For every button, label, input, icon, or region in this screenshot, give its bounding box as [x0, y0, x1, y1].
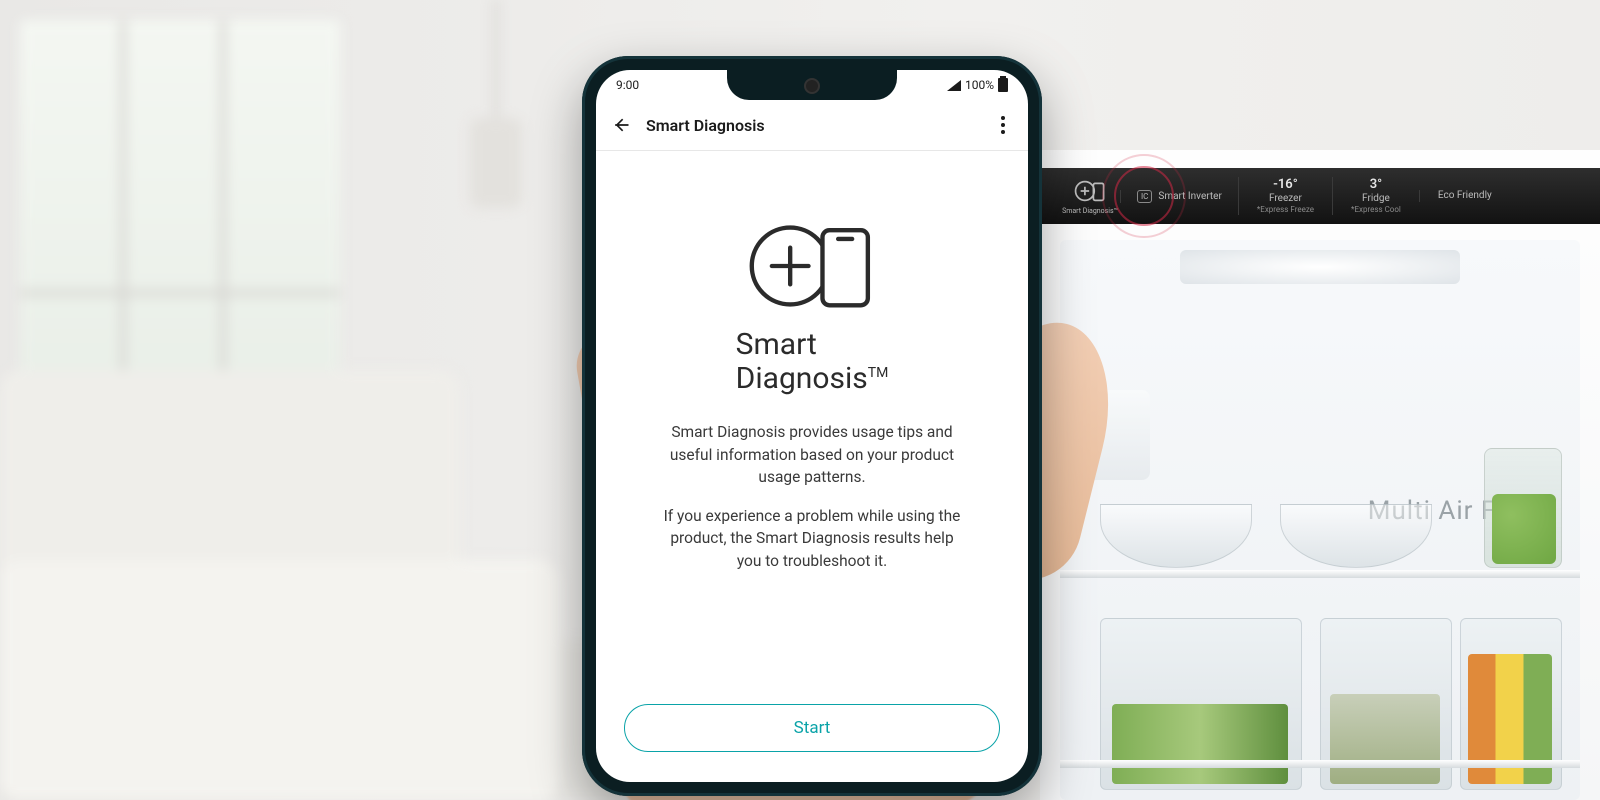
kebab-dot-icon — [1001, 123, 1005, 127]
status-time: 9:00 — [616, 78, 639, 92]
vegetables — [1330, 694, 1440, 784]
peas — [1492, 494, 1556, 564]
glass-shelf — [1060, 760, 1580, 768]
glass-bowl — [1280, 504, 1432, 568]
panel-fridge: 3° Fridge *Express Cool — [1332, 177, 1419, 214]
front-camera-icon — [804, 78, 820, 94]
arrow-left-icon — [611, 115, 631, 135]
freezer-label: Freezer — [1257, 193, 1314, 205]
panel-inverter: IC Smart Inverter — [1120, 190, 1238, 203]
panel-sd-label: Smart Diagnosis™ — [1060, 207, 1120, 215]
smart-diagnosis-logo — [742, 218, 882, 318]
fridge-led-light — [1180, 250, 1460, 284]
feature-title-line1: Smart — [736, 327, 817, 362]
start-button[interactable]: Start — [624, 704, 1000, 752]
freezer-sub: *Express Freeze — [1257, 205, 1314, 215]
refrigerator-control-panel: Smart Diagnosis™ IC Smart Inverter -16° … — [1040, 168, 1600, 224]
glass-shelf — [1060, 570, 1580, 578]
feature-paragraph-1: Smart Diagnosis provides usage tips and … — [662, 421, 962, 488]
screen-content: Smart DiagnosisTM Smart Diagnosis provid… — [596, 150, 1028, 782]
smartphone: 9:00 100% Smart Diagnosis — [582, 56, 1042, 796]
kebab-dot-icon — [1001, 116, 1005, 120]
fridge-sub: *Express Cool — [1351, 205, 1401, 215]
feature-title: Smart DiagnosisTM — [736, 328, 889, 395]
panel-eco: Eco Friendly — [1419, 190, 1510, 202]
fridge-label: Fridge — [1351, 193, 1401, 205]
freezer-temp: -16° — [1257, 177, 1314, 193]
panel-inverter-label: Smart Inverter — [1158, 191, 1221, 202]
feature-description: Smart Diagnosis provides usage tips and … — [662, 421, 962, 588]
smart-diagnosis-icon — [742, 218, 882, 314]
marketing-scene: Smart Diagnosis™ IC Smart Inverter -16° … — [0, 0, 1600, 800]
trademark: TM — [868, 365, 889, 381]
panel-freezer: -16° Freezer *Express Freeze — [1238, 177, 1332, 214]
battery-icon — [998, 78, 1008, 92]
back-button[interactable] — [610, 114, 632, 136]
fridge-temp: 3° — [1351, 177, 1401, 193]
inverter-badge-icon: IC — [1137, 190, 1152, 203]
feature-paragraph-2: If you experience a problem while using … — [662, 505, 962, 572]
feature-title-line2: Diagnosis — [736, 361, 868, 396]
app-bar: Smart Diagnosis — [596, 100, 1028, 151]
door-bin — [1060, 390, 1150, 480]
eco-label: Eco Friendly — [1438, 190, 1492, 202]
glass-bowl — [1100, 504, 1252, 568]
signal-icon — [947, 80, 961, 91]
appbar-title: Smart Diagnosis — [646, 116, 765, 135]
refrigerator-interior: Multi Air Flow — [1060, 240, 1580, 800]
phone-screen: 9:00 100% Smart Diagnosis — [596, 70, 1028, 782]
smart-diagnosis-panel-icon — [1073, 178, 1107, 204]
start-button-label: Start — [794, 718, 831, 738]
status-battery-text: 100% — [965, 78, 994, 92]
kebab-dot-icon — [1001, 130, 1005, 134]
more-options-button[interactable] — [992, 114, 1014, 136]
panel-smart-diagnosis: Smart Diagnosis™ — [1060, 178, 1120, 215]
phone-notch — [727, 70, 897, 100]
vegetables — [1112, 704, 1288, 784]
